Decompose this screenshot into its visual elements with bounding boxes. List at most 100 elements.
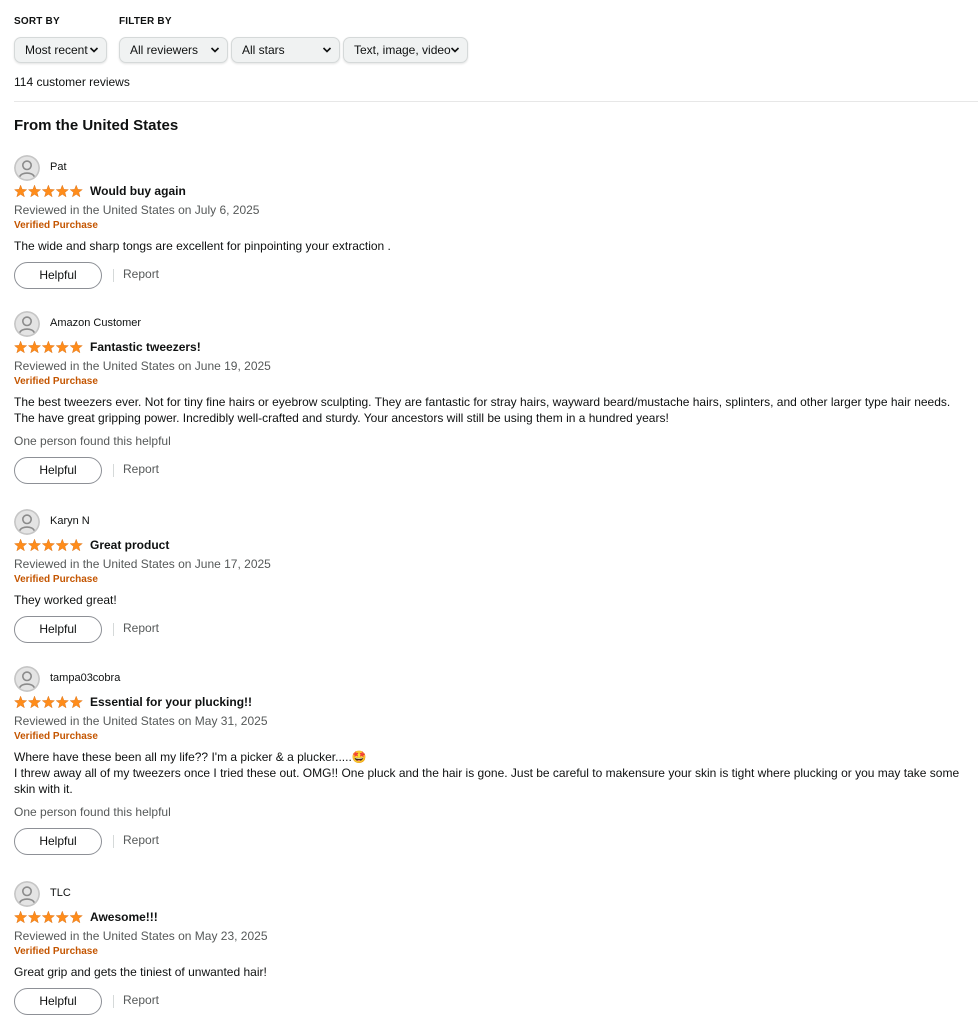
star-icon bbox=[41, 341, 56, 354]
user-avatar-icon bbox=[14, 509, 40, 535]
format-filter-dropdown[interactable]: Text, image, video bbox=[343, 37, 468, 63]
review-body: The best tweezers ever. Not for tiny fin… bbox=[14, 394, 974, 426]
review-title[interactable]: Fantastic tweezers! bbox=[90, 340, 201, 354]
review-title[interactable]: Would buy again bbox=[90, 184, 186, 198]
review-body-paragraph: Great grip and gets the tiniest of unwan… bbox=[14, 965, 267, 979]
reviewer-profile[interactable]: Amazon Customer bbox=[14, 311, 974, 337]
user-avatar-icon bbox=[14, 881, 40, 907]
helpful-count: One person found this helpful bbox=[14, 805, 171, 819]
star-icon bbox=[27, 341, 42, 354]
five-star-rating-icon[interactable] bbox=[14, 911, 83, 924]
star-icon bbox=[14, 539, 28, 552]
action-divider bbox=[113, 995, 114, 1008]
user-avatar-icon bbox=[14, 666, 40, 692]
star-icon bbox=[14, 341, 28, 354]
helpful-button[interactable]: Helpful bbox=[14, 457, 102, 484]
reviewer-name: tampa03cobra bbox=[50, 672, 121, 684]
helpful-button[interactable]: Helpful bbox=[14, 988, 102, 1015]
action-divider bbox=[113, 623, 114, 636]
star-icon bbox=[69, 911, 83, 924]
review-body: Where have these been all my life?? I'm … bbox=[14, 749, 974, 797]
report-link[interactable]: Report bbox=[123, 621, 159, 635]
reviewer-profile[interactable]: Karyn N bbox=[14, 509, 974, 535]
star-icon bbox=[27, 696, 42, 709]
reviewer-name: TLC bbox=[50, 887, 71, 899]
star-icon bbox=[14, 696, 28, 709]
star-icon bbox=[69, 539, 83, 552]
review-item: Amazon Customer Fantastic tweezers! Revi… bbox=[14, 311, 974, 484]
review-date: Reviewed in the United States on May 23,… bbox=[14, 929, 268, 943]
star-icon bbox=[41, 696, 56, 709]
review-date: Reviewed in the United States on May 31,… bbox=[14, 714, 268, 728]
star-icon bbox=[69, 696, 83, 709]
review-body-paragraph: Where have these been all my life?? I'm … bbox=[14, 750, 367, 764]
review-actions: Helpful Report bbox=[14, 616, 974, 643]
five-star-rating-icon[interactable] bbox=[14, 185, 83, 198]
star-icon bbox=[27, 911, 42, 924]
action-divider bbox=[113, 464, 114, 477]
review-title[interactable]: Awesome!!! bbox=[90, 910, 158, 924]
user-avatar-icon bbox=[14, 155, 40, 181]
filter-by-label: FILTER BY bbox=[119, 16, 172, 27]
user-avatar-icon bbox=[14, 311, 40, 337]
review-item: tampa03cobra Essential for your plucking… bbox=[14, 666, 974, 855]
chevron-down-icon bbox=[450, 47, 460, 53]
star-icon bbox=[27, 185, 42, 198]
chevron-down-icon bbox=[210, 47, 220, 53]
avatar bbox=[14, 509, 40, 535]
star-filter-value: All stars bbox=[242, 43, 285, 57]
star-icon bbox=[55, 696, 70, 709]
action-divider bbox=[113, 835, 114, 848]
action-divider bbox=[113, 269, 114, 282]
star-icon bbox=[55, 911, 70, 924]
star-icon bbox=[27, 539, 42, 552]
verified-purchase-badge: Verified Purchase bbox=[14, 946, 98, 957]
star-icon bbox=[41, 185, 56, 198]
review-body-paragraph: The wide and sharp tongs are excellent f… bbox=[14, 239, 391, 253]
review-title[interactable]: Essential for your plucking!! bbox=[90, 695, 252, 709]
helpful-button[interactable]: Helpful bbox=[14, 616, 102, 643]
star-icon bbox=[41, 539, 56, 552]
reviewer-name: Karyn N bbox=[50, 515, 90, 527]
star-icon bbox=[55, 539, 70, 552]
report-link[interactable]: Report bbox=[123, 462, 159, 476]
review-actions: Helpful Report bbox=[14, 262, 974, 289]
star-filter-dropdown[interactable]: All stars bbox=[231, 37, 340, 63]
five-star-rating-icon[interactable] bbox=[14, 696, 83, 709]
review-body-paragraph: I threw away all of my tweezers once I t… bbox=[14, 766, 960, 796]
review-date: Reviewed in the United States on July 6,… bbox=[14, 203, 260, 217]
section-title: From the United States bbox=[14, 117, 179, 134]
sort-by-label: SORT BY bbox=[14, 16, 60, 27]
divider bbox=[14, 101, 978, 102]
star-icon bbox=[69, 341, 83, 354]
format-filter-value: Text, image, video bbox=[354, 43, 451, 57]
avatar bbox=[14, 666, 40, 692]
review-count: 114 customer reviews bbox=[14, 75, 130, 89]
reviewer-profile[interactable]: Pat bbox=[14, 155, 974, 181]
sort-dropdown[interactable]: Most recent bbox=[14, 37, 107, 63]
reviewer-profile[interactable]: tampa03cobra bbox=[14, 666, 974, 692]
chevron-down-icon bbox=[322, 47, 332, 53]
verified-purchase-badge: Verified Purchase bbox=[14, 376, 98, 387]
star-icon bbox=[41, 911, 56, 924]
avatar bbox=[14, 881, 40, 907]
reviewer-filter-dropdown[interactable]: All reviewers bbox=[119, 37, 228, 63]
review-title[interactable]: Great product bbox=[90, 538, 169, 552]
helpful-button[interactable]: Helpful bbox=[14, 828, 102, 855]
reviewer-profile[interactable]: TLC bbox=[14, 881, 974, 907]
five-star-rating-icon[interactable] bbox=[14, 539, 83, 552]
avatar bbox=[14, 155, 40, 181]
star-icon bbox=[14, 185, 28, 198]
review-actions: Helpful Report bbox=[14, 457, 974, 484]
reviewer-name: Amazon Customer bbox=[50, 317, 142, 329]
helpful-button[interactable]: Helpful bbox=[14, 262, 102, 289]
review-item: Karyn N Great product Reviewed in the Un… bbox=[14, 509, 974, 643]
reviewer-name: Pat bbox=[50, 161, 67, 173]
report-link[interactable]: Report bbox=[123, 993, 159, 1007]
five-star-rating-icon[interactable] bbox=[14, 341, 83, 354]
report-link[interactable]: Report bbox=[123, 267, 159, 281]
sort-dropdown-value: Most recent bbox=[25, 43, 88, 57]
report-link[interactable]: Report bbox=[123, 833, 159, 847]
review-item: TLC Awesome!!! Reviewed in the United St… bbox=[14, 881, 974, 1015]
review-date: Reviewed in the United States on June 19… bbox=[14, 359, 271, 373]
